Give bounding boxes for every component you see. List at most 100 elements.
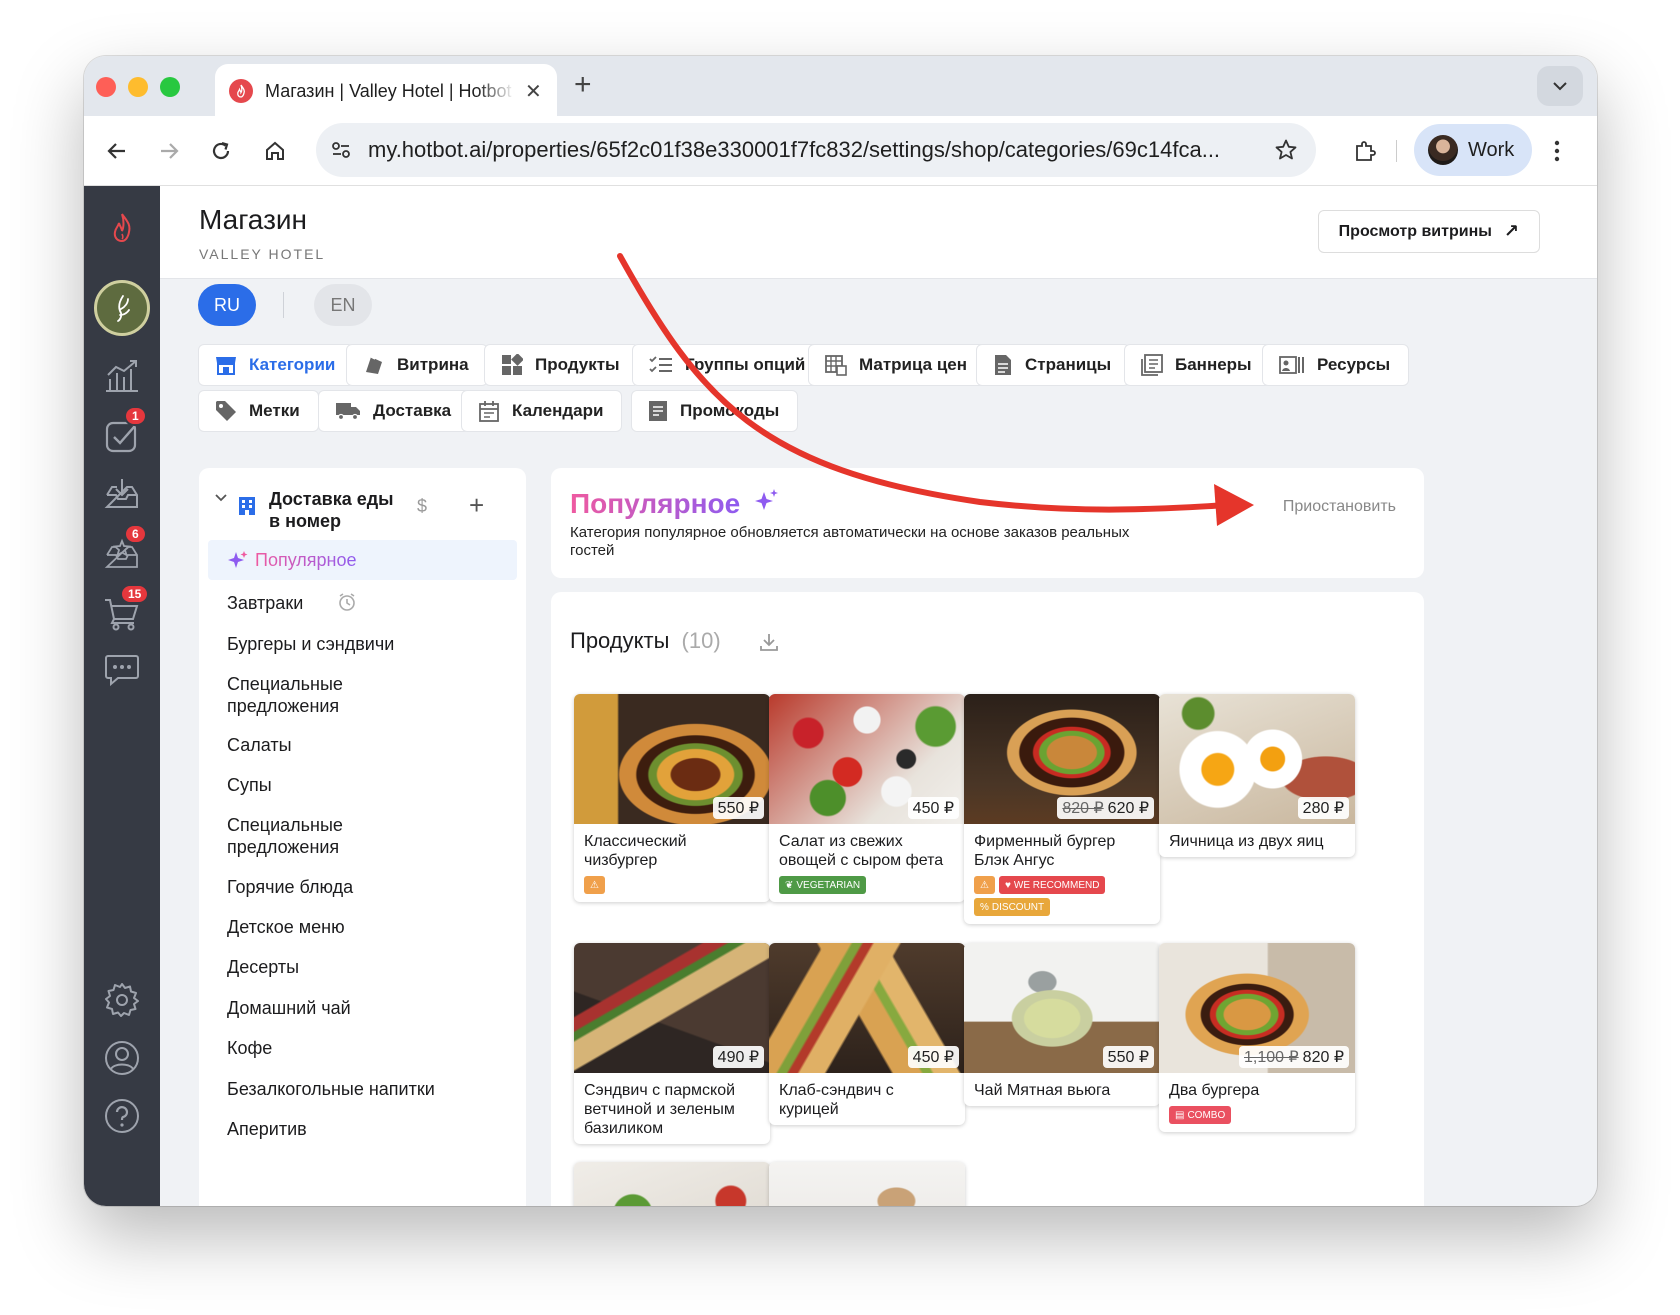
product-price: 820 ₽620 ₽ [1057,797,1154,819]
product-name: Яичница из двух яиц [1169,833,1324,850]
forward-button[interactable] [148,130,190,172]
tab-label: Группы опций [685,355,806,374]
popular-title: Популярное [570,488,741,519]
category-item[interactable]: Бургеры и сэндвичи [227,633,394,655]
tasks-badge: 1 [124,406,147,426]
inbox-icon[interactable] [100,472,144,516]
settings-gear-icon[interactable] [100,978,144,1022]
product-old-price: 1,100 ₽ [1244,1049,1299,1066]
tab-showcase[interactable]: Витрина [346,344,488,386]
tab-categories[interactable]: Категории [198,344,355,386]
address-bar[interactable]: my.hotbot.ai/properties/65f2c01f38e33000… [316,123,1316,177]
product-card[interactable]: 280 ₽ Яичница из двух яиц [1159,694,1355,857]
hotbot-logo-icon[interactable] [100,206,144,250]
clock-icon [339,593,355,611]
category-item[interactable]: Салаты [227,734,292,756]
hotel-avatar[interactable] [94,280,150,336]
close-window-button[interactable] [96,77,116,97]
help-icon[interactable] [100,1094,144,1138]
product-price: 450 ₽ [907,797,959,819]
browser-menu-button[interactable] [1536,130,1578,172]
bookmark-star-icon[interactable] [1274,138,1298,162]
tab-delivery[interactable]: Доставка [318,390,471,432]
category-item-popular[interactable]: Популярное [208,540,517,580]
category-item[interactable]: Горячие блюда [227,876,353,898]
back-button[interactable] [96,130,138,172]
tab-products[interactable]: Продукты [484,344,639,386]
minimize-window-button[interactable] [128,77,148,97]
product-price: 550 ₽ [1102,1046,1154,1068]
warning-icon: ⚠ [590,879,599,891]
reviews-icon[interactable]: 6 [100,524,147,576]
page-icon [995,355,1011,375]
tab-resources[interactable]: Ресурсы [1262,344,1410,386]
category-item[interactable]: Безалкогольные напитки [227,1078,435,1100]
tab-labels[interactable]: Метки [198,390,319,432]
product-name: Классический чизбургер [584,833,687,869]
truck-icon [336,403,360,421]
product-old-price: 820 ₽ [1062,800,1104,817]
category-item[interactable]: Специальные предложения [227,673,377,717]
category-group-title[interactable]: Доставка еды в номер [269,488,394,532]
grid-icon [502,354,523,375]
profile-button[interactable]: Work [1414,124,1532,176]
orders-cart-icon[interactable]: 15 [100,584,150,636]
extensions-button[interactable] [1344,130,1386,172]
tab-pages[interactable]: Страницы [976,344,1131,386]
tab-price-matrix[interactable]: Матрица цен [808,344,986,386]
product-card[interactable]: 550 ₽ Чай Мятная вьюга [964,943,1160,1106]
reload-button[interactable] [200,130,242,172]
category-label: Завтраки [227,593,304,613]
lang-en-button[interactable]: EN [314,284,372,326]
new-tab-button[interactable]: + [574,68,592,102]
product-card[interactable]: 450 ₽ Клаб-сэндвич с курицей [769,943,965,1125]
category-item[interactable]: Детское меню [227,916,345,938]
browser-tab[interactable]: Магазин | Valley Hotel | Hotbot ✕ [215,64,557,118]
tab-search-button[interactable] [1537,66,1583,106]
table-icon [825,355,847,376]
category-item[interactable]: Супы [227,774,272,796]
maximize-window-button[interactable] [160,77,180,97]
view-showcase-button[interactable]: Просмотр витрины ↗ [1317,210,1540,253]
product-name: Два бургера [1169,1082,1260,1099]
home-button[interactable] [254,130,296,172]
product-card[interactable] [769,1162,965,1206]
product-card[interactable]: 1,100 ₽820 ₽ Два бургера ▤ COMBO [1159,943,1355,1132]
categories-panel: Доставка еды в номер $ + Популярное Завт… [199,468,526,1206]
product-name: Салат из свежих овощей с сыром фета [779,833,944,869]
account-icon[interactable] [100,1036,144,1080]
category-item[interactable]: Специальные предложения [227,814,377,858]
analytics-icon[interactable] [100,354,144,398]
category-item[interactable]: Аперитив [227,1118,307,1140]
group-title-line1: Доставка еды [269,489,394,509]
tab-calendars[interactable]: Календари [461,390,623,432]
left-rail: 1 6 15 [84,186,160,1206]
product-card[interactable]: 550 ₽ Классический чизбургер ⚠ [574,694,770,902]
close-tab-icon[interactable]: ✕ [525,79,542,104]
category-item[interactable]: Домашний чай [227,997,351,1019]
tab-option-groups[interactable]: Группы опций [632,344,825,386]
product-card[interactable]: 490 ₽ Сэндвич с пармской ветчиной и зеле… [574,943,770,1144]
category-item[interactable]: Завтраки [227,592,355,614]
chevron-down-icon[interactable] [215,494,227,502]
download-icon[interactable] [759,632,779,652]
pause-button[interactable]: Приостановить [1283,498,1396,516]
vegetarian-tag: ❦ VEGETARIAN [779,876,867,894]
product-card[interactable]: 820 ₽620 ₽ Фирменный бургер Блэк Ангус ⚠… [964,694,1160,924]
category-item[interactable]: Кофе [227,1037,272,1059]
product-price: 1,100 ₽820 ₽ [1239,1046,1349,1068]
browser-window: Магазин | Valley Hotel | Hotbot ✕ + my.h… [84,56,1597,1206]
discount-tag: % DISCOUNT [974,898,1051,916]
chat-icon[interactable] [100,648,144,692]
add-category-icon[interactable]: + [469,490,484,521]
lang-ru-button[interactable]: RU [198,284,256,326]
category-item[interactable]: Десерты [227,956,299,978]
product-card[interactable]: 450 ₽ Салат из свежих овощей с сыром фет… [769,694,965,902]
tab-promocodes[interactable]: Промокоды [631,390,799,432]
product-card[interactable] [574,1162,770,1206]
page-title: Магазин [199,204,308,235]
tasks-icon[interactable]: 1 [100,406,147,458]
currency-icon[interactable]: $ [417,496,427,517]
combo-icon: ▤ [1175,1109,1185,1121]
tab-banners[interactable]: Баннеры [1124,344,1271,386]
